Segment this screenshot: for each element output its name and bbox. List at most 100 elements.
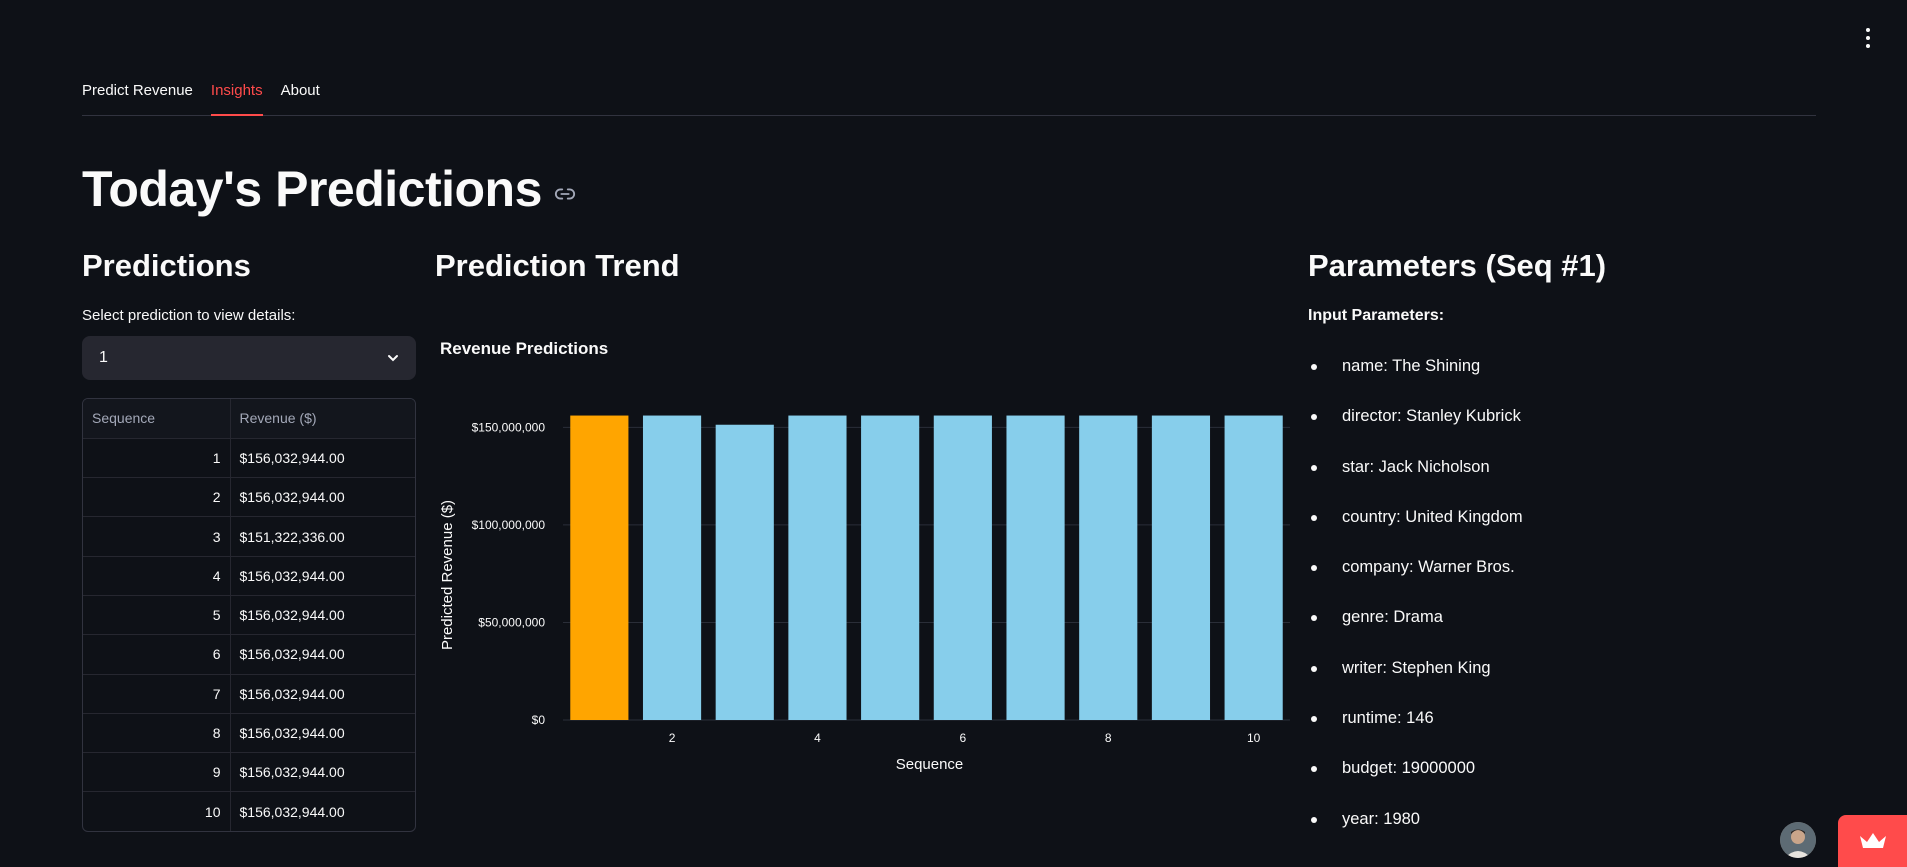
list-item: star: Jack Nicholson xyxy=(1308,443,1523,493)
parameter-text: company: Warner Bros. xyxy=(1342,558,1515,577)
parameter-text: writer: Stephen King xyxy=(1342,658,1491,677)
x-tick-label: 4 xyxy=(814,731,821,745)
chevron-down-icon xyxy=(388,355,398,362)
cell-sequence: 2 xyxy=(83,477,231,518)
page-title-text: Today's Predictions xyxy=(82,161,542,217)
page-title: Today's Predictions xyxy=(82,160,576,218)
bar xyxy=(861,415,920,720)
list-item: name: The Shining xyxy=(1308,342,1523,392)
y-tick-label: $0 xyxy=(532,713,546,727)
select-value: 1 xyxy=(99,349,108,366)
list-item: budget: 19000000 xyxy=(1308,744,1523,794)
parameters-list: name: The Shining director: Stanley Kubr… xyxy=(1308,342,1523,845)
revenue-chart-svg: Revenue Predictions $0 $50,000,000 $100,000… xyxy=(439,339,1290,773)
cell-revenue: $156,032,944.00 xyxy=(230,438,415,479)
x-tick-label: 2 xyxy=(669,731,676,745)
tab-bar: Predict Revenue Insights About xyxy=(82,78,1816,116)
y-tick-label: $50,000,000 xyxy=(478,615,545,629)
trend-heading: Prediction Trend xyxy=(435,248,680,283)
cell-revenue: $156,032,944.00 xyxy=(230,713,415,754)
table-row[interactable]: 2 $156,032,944.00 xyxy=(83,477,415,518)
bullet-icon xyxy=(1311,615,1317,622)
cell-revenue: $156,032,944.00 xyxy=(230,634,415,675)
list-item: year: 1980 xyxy=(1308,795,1523,845)
prediction-select[interactable]: 1 xyxy=(82,336,416,380)
table-row[interactable]: 5 $156,032,944.00 xyxy=(83,595,415,636)
select-label: Select prediction to view details: xyxy=(82,307,296,324)
cell-sequence: 8 xyxy=(83,713,231,754)
table-row[interactable]: 8 $156,032,944.00 xyxy=(83,713,415,754)
cell-sequence: 10 xyxy=(83,791,231,832)
table-row[interactable]: 6 $156,032,944.00 xyxy=(83,634,415,675)
bar xyxy=(1006,415,1065,720)
cell-sequence: 4 xyxy=(83,556,231,596)
revenue-chart[interactable]: Revenue Predictions $0 $50,000,000 $100,000… xyxy=(435,330,1295,790)
table-row[interactable]: 1 $156,032,944.00 xyxy=(83,438,415,479)
parameter-text: year: 1980 xyxy=(1342,809,1420,828)
bar xyxy=(570,415,629,720)
x-axis-label: Sequence xyxy=(896,756,964,773)
table-row[interactable]: 3 $151,322,336.00 xyxy=(83,516,415,557)
y-axis-label: Predicted Revenue ($) xyxy=(439,500,456,650)
table-row[interactable]: 7 $156,032,944.00 xyxy=(83,674,415,714)
list-item: company: Warner Bros. xyxy=(1308,543,1523,593)
cell-sequence: 9 xyxy=(83,752,231,793)
bullet-icon xyxy=(1311,414,1317,421)
table-row[interactable]: 10 $156,032,944.00 xyxy=(83,791,415,832)
parameter-text: genre: Drama xyxy=(1342,608,1443,627)
list-item: country: United Kingdom xyxy=(1308,493,1523,543)
cell-sequence: 6 xyxy=(83,634,231,675)
list-item: genre: Drama xyxy=(1308,593,1523,643)
bullet-icon xyxy=(1311,364,1317,370)
avatar[interactable] xyxy=(1780,822,1816,858)
bar xyxy=(1224,415,1283,720)
table-header-row: Sequence Revenue ($) xyxy=(83,399,415,439)
cell-sequence: 5 xyxy=(83,595,231,636)
cell-sequence: 3 xyxy=(83,516,231,557)
table-row[interactable]: 4 $156,032,944.00 xyxy=(83,556,415,596)
cell-revenue: $156,032,944.00 xyxy=(239,803,345,820)
bullet-icon xyxy=(1311,514,1317,521)
parameter-text: country: United Kingdom xyxy=(1342,507,1523,526)
bar xyxy=(788,415,847,720)
parameter-text: name: The Shining xyxy=(1342,357,1481,375)
bar xyxy=(1079,415,1138,720)
tab-predict-revenue[interactable]: Predict Revenue xyxy=(82,78,193,116)
bullet-icon xyxy=(1311,565,1317,572)
cell-revenue: $156,032,944.00 xyxy=(230,674,415,714)
table-row[interactable]: 9 $156,032,944.00 xyxy=(83,752,415,793)
cell-revenue: $156,032,944.00 xyxy=(230,752,415,793)
streamlit-badge-button[interactable] xyxy=(1838,815,1907,867)
cell-sequence: 7 xyxy=(83,674,231,714)
parameters-heading: Parameters (Seq #1) xyxy=(1308,248,1607,283)
parameter-text: budget: 19000000 xyxy=(1342,759,1476,778)
crown-icon xyxy=(1859,833,1886,848)
bullet-icon xyxy=(1311,665,1317,672)
user-avatar-icon xyxy=(1780,822,1816,858)
y-tick-label: $100,000,000 xyxy=(472,518,546,532)
bullet-icon xyxy=(1311,766,1317,773)
tab-insights[interactable]: Insights xyxy=(210,78,263,116)
kebab-menu-icon[interactable] xyxy=(1860,28,1876,48)
x-tick-label: 8 xyxy=(1105,731,1112,745)
y-tick-label: $150,000,000 xyxy=(472,420,546,434)
cell-sequence: 1 xyxy=(83,438,231,479)
tab-about[interactable]: About xyxy=(281,78,320,116)
predictions-table[interactable]: Sequence Revenue ($) 1 $156,032,944.00 2 $… xyxy=(82,398,416,833)
cell-revenue: $156,032,944.00 xyxy=(230,595,415,636)
column-header-sequence[interactable]: Sequence xyxy=(83,399,231,439)
chart-title: Revenue Predictions xyxy=(440,339,608,358)
column-header-revenue[interactable]: Revenue ($) xyxy=(230,399,415,439)
list-item: runtime: 146 xyxy=(1308,694,1523,744)
parameter-text: director: Stanley Kubrick xyxy=(1342,407,1521,426)
list-item: director: Stanley Kubrick xyxy=(1308,392,1523,442)
bullet-icon xyxy=(1311,464,1317,471)
cell-revenue: $156,032,944.00 xyxy=(230,477,415,518)
cell-revenue: $156,032,944.00 xyxy=(230,556,415,596)
input-parameters-label: Input Parameters: xyxy=(1308,307,1445,324)
parameter-text: star: Jack Nicholson xyxy=(1342,457,1490,476)
bar xyxy=(1151,415,1211,720)
list-item: writer: Stephen King xyxy=(1308,644,1523,694)
link-icon[interactable] xyxy=(554,183,576,205)
bar xyxy=(933,415,992,720)
